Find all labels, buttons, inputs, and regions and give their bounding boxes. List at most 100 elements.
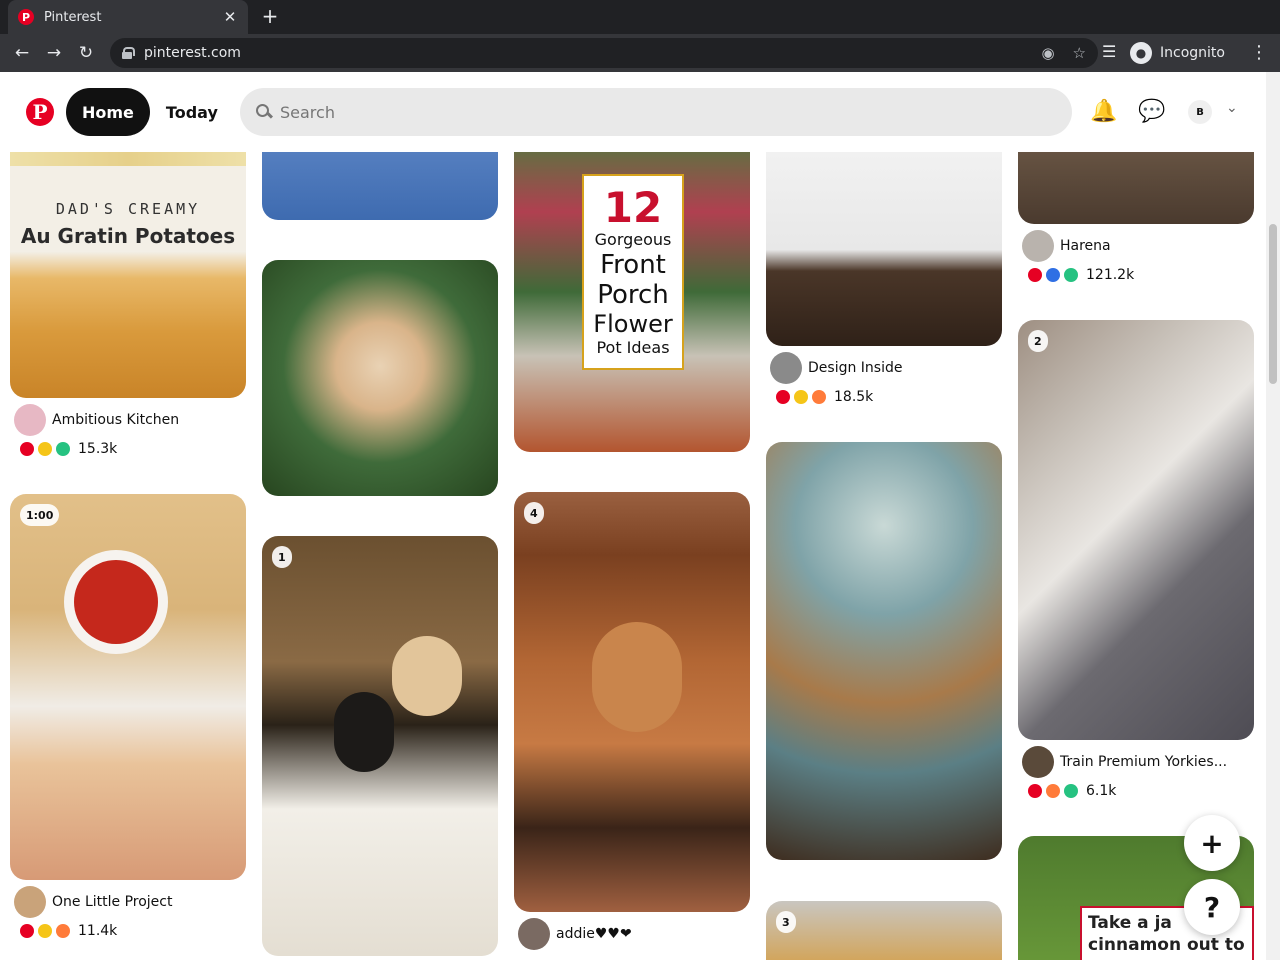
reactions-row: 6.1k: [1028, 778, 1258, 804]
creator-name: One Little Project: [52, 894, 173, 910]
pin-feed: DAD'S CREAMY Au Gratin Potatoes Ambitiou…: [0, 152, 1266, 960]
today-button[interactable]: Today: [150, 88, 234, 136]
home-button[interactable]: Home: [66, 88, 150, 136]
flower-title-line-2: Front: [600, 250, 666, 280]
page-scrollbar[interactable]: [1266, 72, 1280, 960]
search-icon: [256, 104, 272, 120]
flower-title-line-5: Pot Ideas: [596, 338, 670, 357]
creator-row[interactable]: Ambitious Kitchen: [14, 404, 250, 436]
pin-image-bunny[interactable]: [262, 260, 498, 496]
heart-reaction-icon: [1028, 784, 1042, 798]
heart-reaction-icon: [20, 442, 34, 456]
pin-text-main: Au Gratin Potatoes: [20, 224, 236, 248]
search-bar[interactable]: [240, 88, 1072, 136]
user-avatar[interactable]: B: [1188, 100, 1212, 124]
wow-reaction-icon: [38, 924, 52, 938]
chevron-down-icon[interactable]: ⌄: [1226, 100, 1238, 116]
back-arrow-icon[interactable]: ←: [10, 41, 34, 65]
creator-row[interactable]: addie♥♥❤: [518, 918, 754, 950]
pin-image-flower-pots[interactable]: 12 Gorgeous Front Porch Flower Pot Ideas: [514, 152, 750, 452]
creator-avatar: [518, 918, 550, 950]
tan-puppy-decor: [392, 636, 462, 716]
reaction-count: 18.5k: [834, 389, 874, 405]
flower-title-line-1: Gorgeous: [594, 230, 672, 249]
create-plus-button[interactable]: +: [1184, 815, 1240, 871]
search-input[interactable]: [280, 102, 980, 122]
cinnamon-line-2: cinnamon out to: [1088, 935, 1245, 955]
reactions-row: 15.3k: [20, 436, 250, 462]
address-bar[interactable]: pinterest.com ◉ ☆: [110, 38, 1098, 68]
flower-title-line-3: Porch: [597, 280, 669, 310]
incognito-icon: ●: [1130, 42, 1152, 64]
flower-title-line-4: Flower: [593, 310, 673, 338]
reaction-count: 15.3k: [78, 441, 118, 457]
heart-reaction-icon: [1028, 268, 1042, 282]
messages-icon[interactable]: 💬: [1136, 96, 1168, 128]
eye-slash-icon[interactable]: ◉: [1041, 44, 1054, 62]
creator-row[interactable]: Train Premium Yorkies...: [1022, 746, 1258, 778]
reactions-row: 18.5k: [776, 384, 1006, 410]
help-button[interactable]: ?: [1184, 879, 1240, 935]
good-idea-reaction-icon: [1064, 784, 1078, 798]
reactions-row: 11.4k: [20, 918, 250, 944]
video-duration-badge: 1:00: [20, 504, 60, 526]
pin-image-partial-3[interactable]: 3: [766, 901, 1002, 960]
pin-meta-addie: addie♥♥❤: [518, 918, 754, 950]
pinterest-favicon-icon: P: [18, 9, 34, 25]
creator-name: addie♥♥❤: [556, 926, 632, 942]
sauce-decor: [74, 560, 158, 644]
thanks-reaction-icon: [1046, 268, 1060, 282]
pin-image-french-bulldogs[interactable]: 2: [1018, 320, 1254, 740]
browser-tab[interactable]: P Pinterest ✕: [8, 0, 248, 34]
pin-image-cabinet[interactable]: [766, 152, 1002, 346]
browser-menu-icon[interactable]: ⋮: [1250, 42, 1268, 63]
carousel-badge: 4: [524, 502, 544, 524]
reaction-count: 6.1k: [1086, 783, 1117, 799]
browser-toolbar: ← → ↻ pinterest.com ◉ ☆ ☰ ● Incognito ⋮: [0, 34, 1280, 72]
creator-name: Ambitious Kitchen: [52, 412, 180, 428]
creator-row[interactable]: Harena: [1022, 230, 1258, 262]
pin-image-jeans[interactable]: [262, 152, 498, 220]
pin-image-puppies-blanket[interactable]: 1: [262, 536, 498, 956]
pin-image-highland-calf[interactable]: 4: [514, 492, 750, 912]
haha-reaction-icon: [1046, 784, 1060, 798]
reading-list-icon[interactable]: ☰: [1102, 42, 1116, 61]
notifications-bell-icon[interactable]: 🔔: [1088, 96, 1120, 128]
close-tab-icon[interactable]: ✕: [222, 8, 238, 26]
calf-face-decor: [592, 622, 682, 732]
pin-text-top: DAD'S CREAMY: [55, 200, 201, 218]
lock-icon: [122, 47, 135, 59]
creator-row[interactable]: One Little Project: [14, 886, 250, 918]
carousel-badge: 2: [1028, 330, 1048, 352]
wow-reaction-icon: [38, 442, 52, 456]
pin-meta-ambitious-kitchen: Ambitious Kitchen 15.3k: [14, 404, 250, 462]
heart-reaction-icon: [776, 390, 790, 404]
pinterest-logo-icon[interactable]: P: [26, 98, 54, 126]
good-idea-reaction-icon: [1064, 268, 1078, 282]
haha-reaction-icon: [56, 924, 70, 938]
forward-arrow-icon[interactable]: →: [42, 41, 66, 65]
creator-name: Design Inside: [808, 360, 903, 376]
carousel-badge: 3: [776, 911, 796, 933]
pin-image-calzones[interactable]: 1:00: [10, 494, 246, 880]
creator-avatar: [14, 404, 46, 436]
creator-avatar: [1022, 746, 1054, 778]
pin-image-cathedral-dome[interactable]: [766, 442, 1002, 860]
pin-image-potatoes[interactable]: DAD'S CREAMY Au Gratin Potatoes: [10, 152, 246, 398]
star-icon[interactable]: ☆: [1073, 44, 1086, 62]
reactions-row: 121.2k: [1028, 262, 1258, 288]
creator-avatar: [1022, 230, 1054, 262]
flower-title-number: 12: [603, 183, 663, 232]
new-tab-button[interactable]: +: [258, 5, 282, 29]
scrollbar-thumb[interactable]: [1269, 224, 1277, 384]
incognito-profile[interactable]: ● Incognito: [1130, 39, 1225, 67]
pinterest-header: P Home Today 🔔 💬 B ⌄: [0, 72, 1266, 152]
pin-meta-train-premium-yorkies: Train Premium Yorkies... 6.1k: [1022, 746, 1258, 804]
url-text: pinterest.com: [144, 45, 241, 61]
reload-icon[interactable]: ↻: [74, 41, 98, 65]
pin-image-partial-top[interactable]: [1018, 152, 1254, 224]
haha-reaction-icon: [812, 390, 826, 404]
potato-slices-decor: [10, 152, 246, 166]
pin-meta-harena: Harena 121.2k: [1022, 230, 1258, 288]
creator-row[interactable]: Design Inside: [770, 352, 1006, 384]
